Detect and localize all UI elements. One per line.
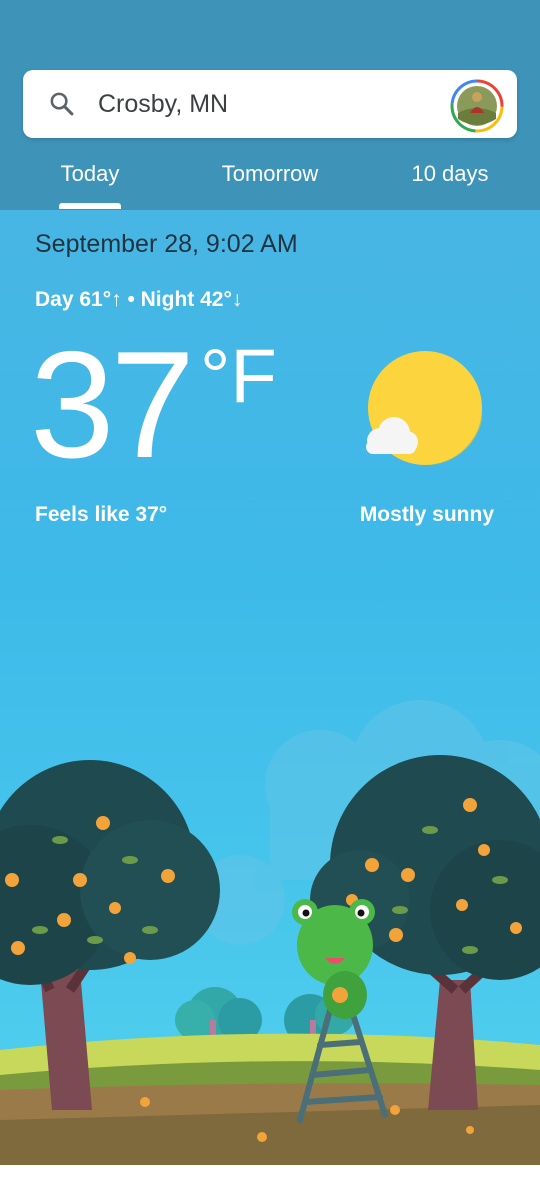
temperature-unit: °F (200, 334, 277, 419)
sun-cloud-icon (366, 351, 482, 466)
feels-like: Feels like 37° (35, 503, 168, 526)
weather-condition: Mostly sunny (359, 503, 494, 526)
day-night-temps: Day 61°↑ • Night 42°↓ (35, 288, 243, 311)
tab-tomorrow[interactable]: Tomorrow (200, 157, 340, 191)
search-location-text[interactable]: Crosby, MN (98, 87, 228, 121)
current-datetime: September 28, 9:02 AM (35, 230, 298, 258)
current-temperature: 37 (30, 320, 195, 490)
tab-today[interactable]: Today (40, 157, 140, 191)
account-avatar[interactable] (450, 79, 504, 133)
orchard-illustration (0, 700, 540, 1200)
search-icon[interactable] (48, 90, 76, 118)
weather-app: Crosby, MN Today Tomorrow 10 days Septem… (0, 0, 540, 1200)
active-tab-indicator (59, 203, 121, 209)
tab-10-days[interactable]: 10 days (395, 157, 505, 191)
